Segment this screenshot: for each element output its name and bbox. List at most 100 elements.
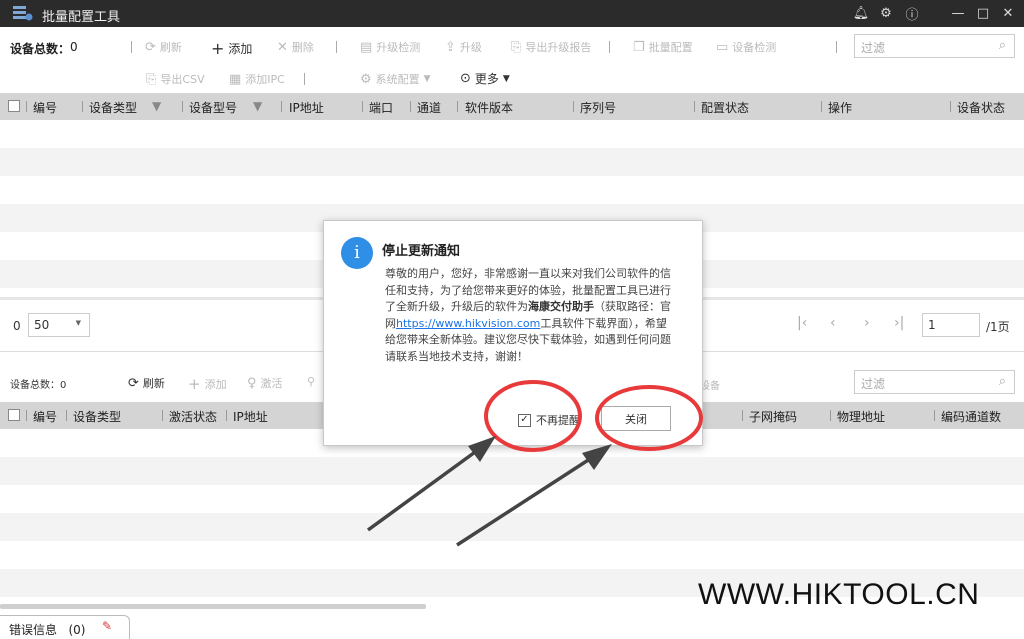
column-header[interactable]: 编号	[33, 408, 57, 425]
online-add-button[interactable]: + 添加	[188, 375, 227, 393]
dialog-message: 尊敬的用户，您好，非常感谢一直以来对我们公司软件的信任和支持，为了给您带来更好的…	[385, 267, 671, 363]
divider	[304, 73, 305, 85]
divider	[836, 41, 837, 53]
delete-button[interactable]: ✕ 删除	[277, 39, 314, 55]
more-tool-icon[interactable]: ⚲	[307, 375, 315, 388]
filter-icon[interactable]: ▼	[152, 99, 161, 113]
camera-icon: ▦	[229, 71, 242, 87]
upgrade-check-button[interactable]: ▤ 升级检测	[360, 39, 420, 55]
select-all-checkbox[interactable]	[8, 409, 20, 421]
column-header[interactable]: 通道	[417, 99, 441, 116]
bulb-icon: ♀	[247, 375, 257, 391]
column-header[interactable]: IP地址	[289, 99, 324, 116]
total-pages: /1页	[986, 320, 1010, 334]
minimize-button[interactable]: —	[946, 0, 970, 27]
title-bar: 批量配置工具 🔔︎ ⚙ ⓘ — □ ✕	[0, 0, 1024, 27]
first-page-icon[interactable]: |‹	[797, 315, 807, 331]
document-icon: ▤	[360, 39, 373, 55]
divider	[131, 41, 132, 53]
select-all-checkbox[interactable]	[8, 100, 20, 112]
divider	[336, 41, 337, 53]
add-ipc-button[interactable]: ▦ 添加IPC	[229, 71, 285, 87]
maximize-button[interactable]: □	[971, 0, 995, 27]
close-button[interactable]: 关闭	[601, 406, 671, 431]
online-device-total: 设备总数：0	[10, 380, 67, 391]
column-header[interactable]: 端口	[369, 99, 393, 116]
system-config-dropdown[interactable]: ⚙ 系统配置 ▼	[360, 71, 431, 87]
table-row	[0, 485, 1024, 513]
column-header[interactable]: 编号	[33, 99, 57, 116]
column-header[interactable]: 设备状态	[957, 99, 1005, 116]
gear-icon[interactable]: ⚙	[874, 0, 898, 27]
pin-icon[interactable]: ✎	[102, 619, 112, 633]
column-header[interactable]: 序列号	[580, 99, 616, 116]
column-header[interactable]: 配置状态	[701, 99, 749, 116]
error-info-label: 错误信息 (0)	[9, 623, 86, 637]
column-header[interactable]: 设备型号	[189, 99, 237, 116]
column-header[interactable]: IP地址	[233, 408, 268, 425]
filter-placeholder: 过滤	[861, 41, 886, 55]
batch-config-button[interactable]: ❐ 批量配置	[633, 39, 693, 55]
bell-icon[interactable]: 🔔︎	[849, 0, 873, 27]
plus-icon: +	[188, 375, 201, 393]
export-csv-button[interactable]: ⎘ 导出CSV	[146, 71, 205, 87]
device-check-button[interactable]: ▭ 设备检测	[716, 39, 776, 55]
activate-button[interactable]: ♀ 激活	[247, 375, 283, 391]
column-header[interactable]: 操作	[828, 99, 852, 116]
table-row	[0, 120, 1024, 148]
device-total-label: 设备总数：	[10, 42, 71, 56]
more-icon: ⊙	[460, 71, 471, 86]
chevron-down-icon: ▼	[423, 74, 431, 84]
table-row	[0, 541, 1024, 569]
dont-remind-checkbox[interactable]: ✓ 不再提醒	[518, 412, 580, 428]
device-total-value: 0	[70, 40, 78, 54]
table-row	[0, 457, 1024, 485]
search-icon: ⌕	[998, 374, 1006, 389]
column-header[interactable]: 设备类型	[89, 99, 137, 116]
copy-icon: ❐	[633, 39, 645, 55]
device-table-header: 编号 设备类型 ▼ 设备型号 ▼ IP地址 端口 通道 软件版本 序列号 配置状…	[0, 93, 1024, 120]
online-refresh-button[interactable]: ⟳ 刷新	[128, 375, 165, 391]
page-size-select[interactable]: 50 ▼	[28, 313, 90, 337]
column-header[interactable]: 激活状态	[169, 408, 217, 425]
column-header[interactable]: 子网掩码	[749, 408, 797, 425]
search-icon: ⌕	[998, 38, 1006, 53]
plus-icon: +	[211, 39, 225, 58]
chevron-down-icon: ▼	[502, 73, 510, 84]
dialog-title: 停止更新通知	[382, 244, 461, 259]
column-header[interactable]: 物理地址	[837, 408, 885, 425]
horizontal-scrollbar[interactable]	[0, 604, 426, 609]
app-logo-icon	[13, 6, 33, 21]
column-header[interactable]: 软件版本	[465, 99, 513, 116]
last-page-icon[interactable]: ›|	[894, 315, 904, 331]
update-notice-dialog: i 停止更新通知 尊敬的用户，您好，非常感谢一直以来对我们公司软件的信任和支持，…	[323, 220, 703, 446]
info-icon[interactable]: ⓘ	[900, 0, 924, 27]
filter-icon[interactable]: ▼	[253, 99, 262, 113]
refresh-icon: ⟳	[128, 375, 139, 391]
more-dropdown[interactable]: ⊙ 更多 ▼	[460, 70, 510, 87]
table-row	[0, 148, 1024, 176]
export-icon: ⎘	[146, 71, 157, 87]
export-icon: ⎘	[511, 39, 522, 55]
column-header[interactable]: 设备类型	[73, 408, 121, 425]
prev-page-icon[interactable]: ‹	[830, 315, 836, 331]
upgrade-button[interactable]: ⇪ 升级	[445, 39, 482, 55]
table-row	[0, 176, 1024, 204]
refresh-icon: ⟳	[145, 39, 156, 55]
column-header[interactable]: 编码通道数	[941, 408, 1001, 425]
online-filter-input[interactable]: 过滤 ⌕	[854, 370, 1015, 394]
add-button[interactable]: + 添加	[211, 39, 252, 58]
table-row	[0, 513, 1024, 541]
error-info-tab[interactable]: 错误信息 (0) ✎	[0, 615, 130, 639]
next-page-icon[interactable]: ›	[864, 315, 870, 331]
record-count: 0	[13, 319, 21, 333]
hikvision-link[interactable]: https://www.hikvision.com	[396, 317, 540, 330]
divider	[609, 41, 610, 53]
window-title: 批量配置工具	[42, 10, 121, 25]
delete-icon: ✕	[277, 39, 288, 55]
page-number-input[interactable]: 1	[922, 313, 980, 337]
close-window-button[interactable]: ✕	[996, 0, 1020, 27]
refresh-button[interactable]: ⟳ 刷新	[145, 39, 182, 55]
export-upgrade-report-button[interactable]: ⎘ 导出升级报告	[511, 39, 591, 55]
filter-input[interactable]: 过滤 ⌕	[854, 34, 1015, 58]
